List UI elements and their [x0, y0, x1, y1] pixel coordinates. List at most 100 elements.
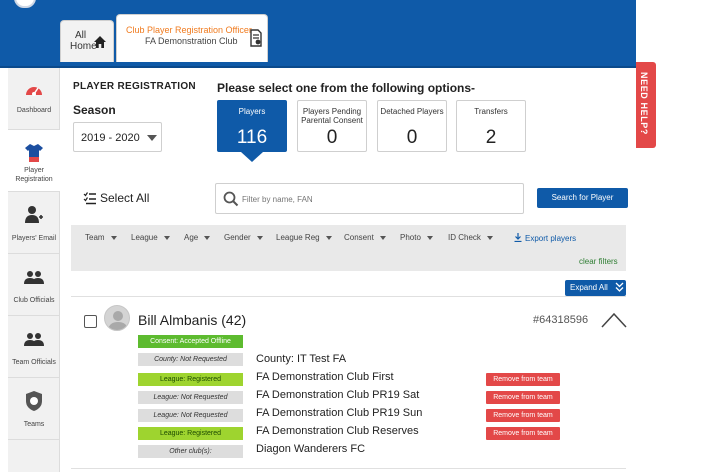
clear-filters-link[interactable]: clear filters: [579, 257, 618, 266]
chevron-up-icon[interactable]: [601, 312, 627, 328]
need-help-tab[interactable]: NEED HELP?: [636, 62, 656, 148]
status-badge: League: Registered: [138, 427, 243, 440]
checklist-icon: [83, 192, 96, 205]
sidebar: Dashboard Player Registration Players' E…: [8, 68, 60, 472]
tab-all-home[interactable]: All Home: [60, 20, 114, 62]
document-icon: [250, 29, 262, 47]
filter-id-check[interactable]: ID Check: [448, 233, 493, 242]
season-label: Season: [73, 103, 116, 117]
search-icon: [223, 191, 239, 207]
sidebar-label-club-officials: Club Officials: [13, 297, 55, 304]
options-title: Please select one from the following opt…: [217, 81, 476, 95]
status-badge: Other club(s):: [138, 445, 243, 458]
sidebar-label-teams: Teams: [23, 421, 45, 428]
filter-league-reg[interactable]: League Reg: [276, 233, 332, 242]
page: All Home Club Player Registration Office…: [0, 0, 706, 472]
status-badge: League: Not Requested: [138, 391, 243, 404]
avatar: [104, 305, 130, 331]
option-count: 0: [406, 127, 418, 148]
option-count: 0: [326, 127, 338, 148]
status-badge: County: Not Requested: [138, 353, 243, 366]
filter-age[interactable]: Age: [184, 233, 211, 242]
active-option-pointer: [241, 152, 263, 162]
search-for-player-button[interactable]: Search for Player: [537, 188, 628, 208]
filter-consent[interactable]: Consent: [344, 233, 386, 242]
search-box: [215, 183, 524, 214]
season-value: 2019 - 2020: [81, 132, 140, 144]
option-label: Transfers: [474, 107, 508, 116]
sidebar-item-team-officials[interactable]: Team Officials: [8, 316, 60, 378]
sidebar-item-teams[interactable]: Teams: [8, 378, 60, 440]
sidebar-label-team-officials: Team Officials: [12, 359, 56, 366]
chevron-down-icon: [379, 235, 386, 240]
option-count: 116: [236, 127, 268, 148]
remove-from-team-button[interactable]: Remove from team: [486, 427, 560, 440]
registration-row-text: County: IT Test FA: [256, 353, 347, 365]
option-label: Players Pending Parental Consent: [301, 107, 363, 125]
shirt-icon: [25, 144, 43, 162]
role-title: Club Player Registration Officer: [126, 25, 252, 35]
need-help-label: NEED HELP?: [639, 72, 649, 136]
group-icon: [24, 271, 44, 284]
sidebar-item-players-email[interactable]: Players' Email: [8, 192, 60, 254]
option-transfers[interactable]: Transfers 2: [456, 100, 526, 152]
status-badge: League: Registered: [138, 373, 243, 386]
remove-from-team-button[interactable]: Remove from team: [486, 391, 560, 404]
expand-all-button[interactable]: Expand All: [565, 280, 626, 296]
home-tab-line1: All: [75, 30, 87, 41]
remove-from-team-button[interactable]: Remove from team: [486, 373, 560, 386]
team-name: FA Demonstration Club First: [256, 371, 394, 383]
role-club: FA Demonstration Club: [145, 36, 238, 46]
search-input[interactable]: [242, 191, 512, 207]
remove-from-team-button[interactable]: Remove from team: [486, 409, 560, 422]
player-fan: #64318596: [533, 314, 589, 326]
filter-bar: Team League Age Gender League Reg Consen…: [71, 225, 626, 271]
chevron-down-icon: [325, 235, 332, 240]
player-checkbox[interactable]: [84, 315, 97, 328]
option-pending-consent[interactable]: Players Pending Parental Consent 0: [297, 100, 367, 152]
section-title: PLAYER REGISTRATION: [73, 81, 196, 92]
status-badge: League: Not Requested: [138, 409, 243, 422]
top-header: All Home Club Player Registration Office…: [0, 0, 636, 66]
team-name: FA Demonstration Club Reserves: [256, 425, 419, 437]
badge-ball-icon: [26, 391, 42, 411]
other-club-name: Diagon Wanderers FC: [256, 443, 366, 455]
filter-team[interactable]: Team: [85, 233, 117, 242]
filter-photo[interactable]: Photo: [400, 233, 433, 242]
consent-badge: Consent: Accepted Offline: [138, 335, 243, 348]
option-label: Detached Players: [380, 107, 444, 116]
double-chevron-down-icon: [615, 282, 624, 292]
select-all-label: Select All: [100, 191, 150, 205]
sidebar-item-dashboard[interactable]: Dashboard: [8, 68, 60, 130]
export-players-link[interactable]: Export players: [514, 233, 576, 243]
select-all-button[interactable]: Select All: [83, 190, 153, 206]
chevron-down-icon: [486, 235, 493, 240]
download-icon: [514, 233, 522, 243]
home-icon: [94, 36, 106, 48]
player-name[interactable]: Bill Almbanis (42): [138, 312, 246, 328]
season-select[interactable]: 2019 - 2020: [73, 122, 162, 152]
fa-logo: [14, 0, 36, 8]
sidebar-item-player-registration[interactable]: Player Registration: [8, 130, 60, 192]
expand-all-label: Expand All: [570, 283, 608, 292]
option-detached-players[interactable]: Detached Players 0: [377, 100, 447, 152]
chevron-down-icon: [110, 235, 117, 240]
option-count: 2: [485, 127, 497, 148]
user-add-icon: [25, 206, 43, 223]
chevron-down-icon: [256, 235, 263, 240]
sidebar-item-club-officials[interactable]: Club Officials: [8, 254, 60, 316]
sidebar-label-dashboard: Dashboard: [16, 107, 52, 114]
option-label: Players: [238, 107, 266, 116]
filter-league[interactable]: League: [131, 233, 170, 242]
sidebar-label-player-registration: Player Registration: [15, 167, 53, 183]
option-players[interactable]: Players 116: [217, 100, 287, 152]
chevron-down-icon: [204, 235, 211, 240]
filter-gender[interactable]: Gender: [224, 233, 263, 242]
tab-club-role[interactable]: Club Player Registration Officer FA Demo…: [116, 14, 268, 62]
divider: [71, 468, 626, 469]
chevron-down-icon: [426, 235, 433, 240]
chevron-down-icon: [163, 235, 170, 240]
group-icon: [24, 333, 44, 346]
dashboard-icon: [26, 87, 42, 96]
team-name: FA Demonstration Club PR19 Sat: [256, 389, 420, 401]
